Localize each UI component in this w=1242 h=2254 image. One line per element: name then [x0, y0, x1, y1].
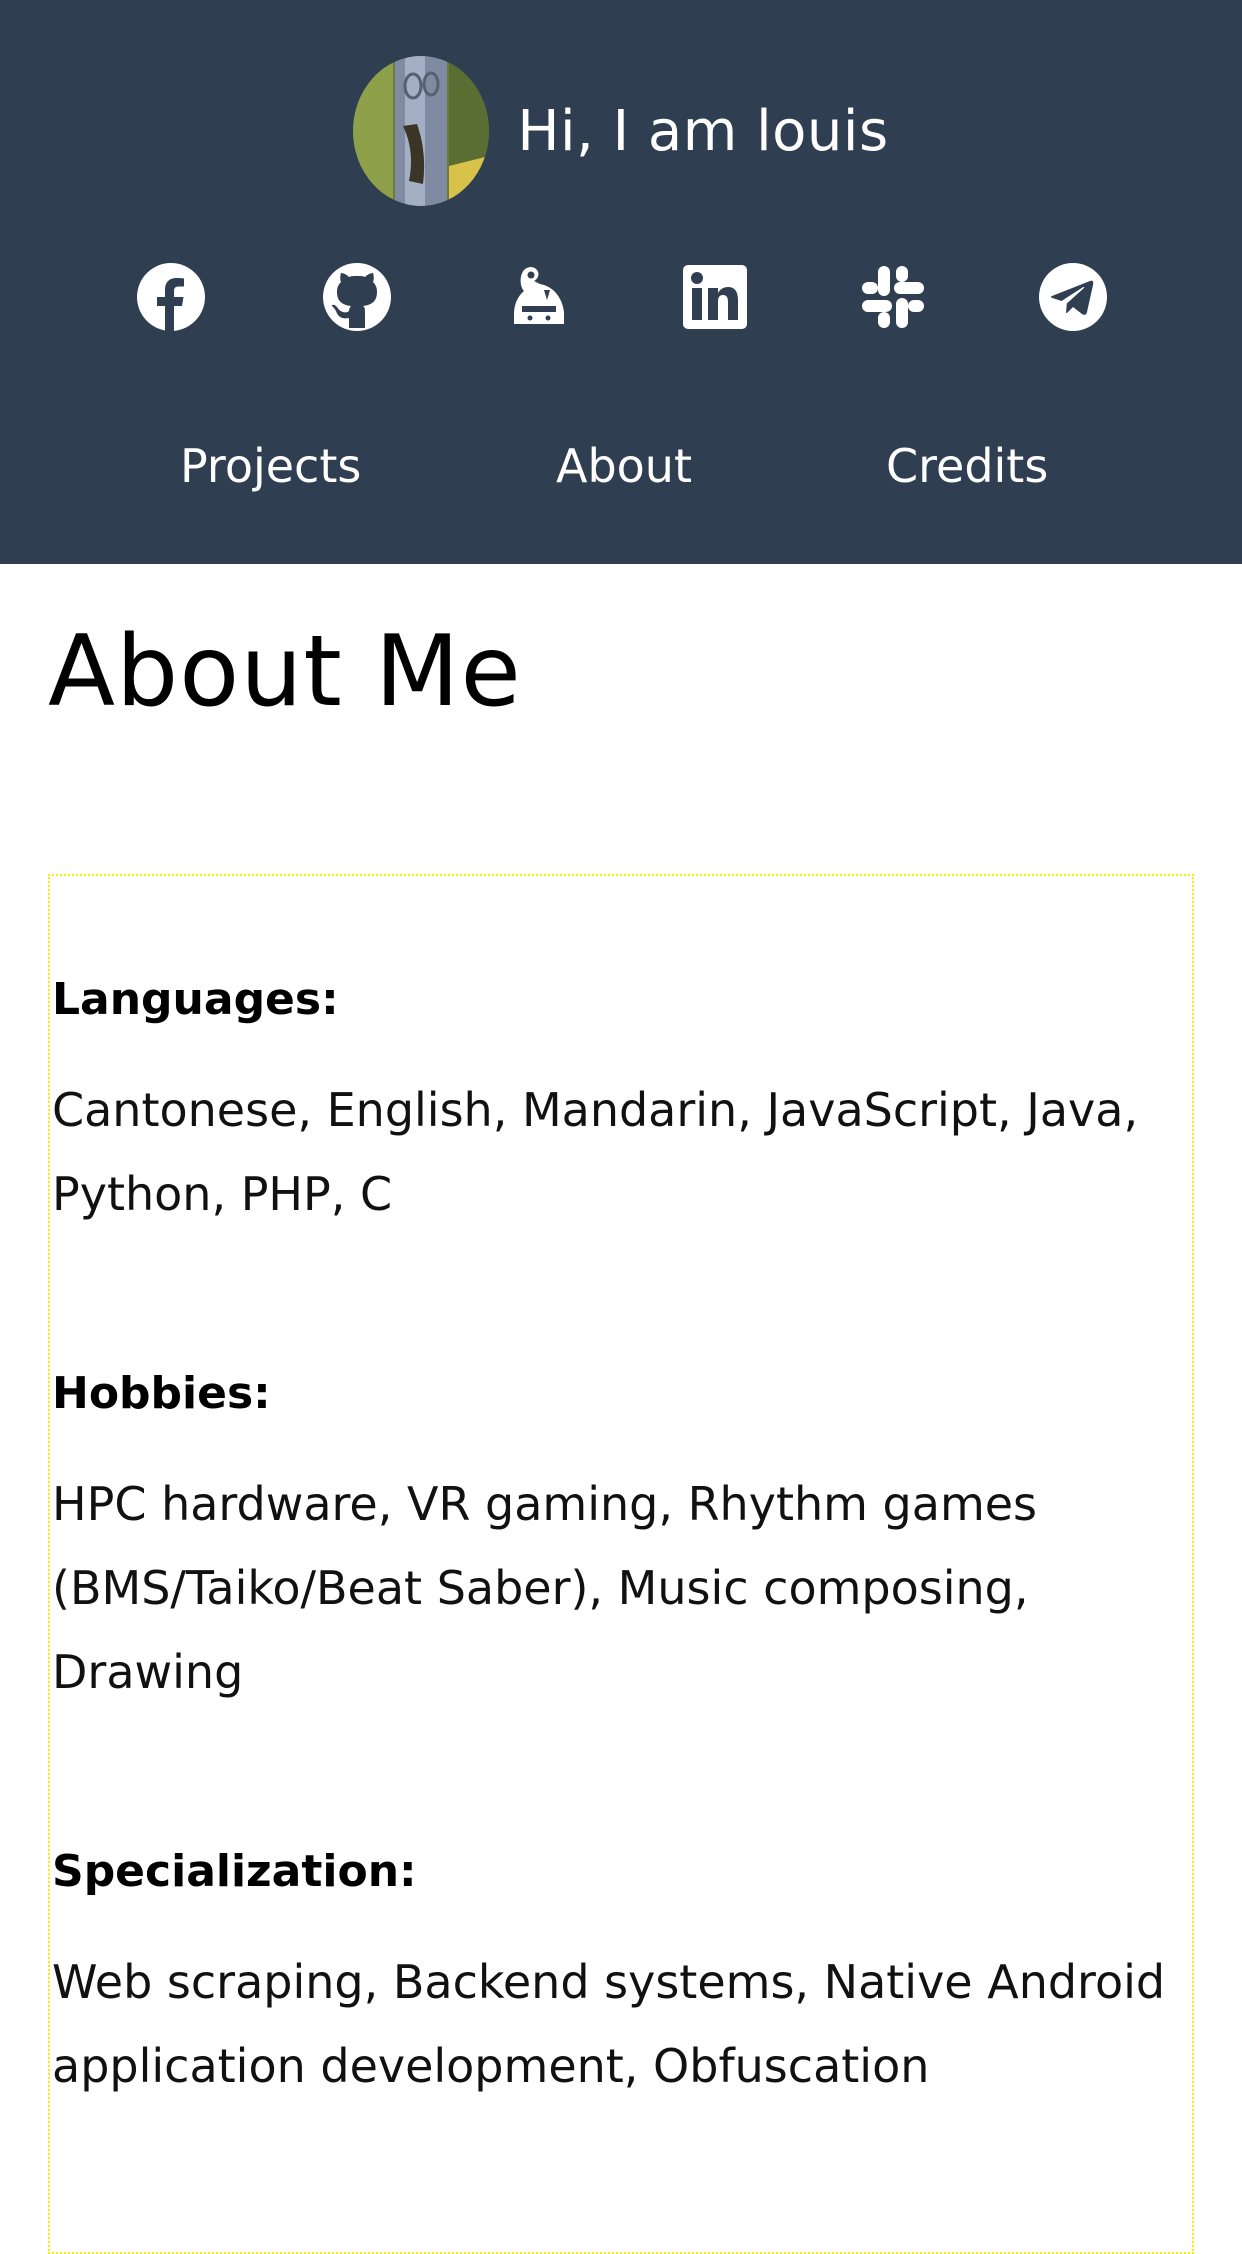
site-header: Hi, I am louis Projects About Credits [0, 0, 1242, 564]
section-heading: Hobbies: [52, 1368, 271, 1419]
github-link[interactable] [318, 258, 396, 336]
section-heading: Languages: [52, 974, 339, 1025]
slack-icon [862, 266, 924, 328]
linkedin-icon [683, 265, 747, 329]
profile: Hi, I am louis [0, 56, 1242, 206]
nav-credits[interactable]: Credits [886, 428, 1048, 504]
nav-about[interactable]: About [556, 428, 692, 504]
about-content-box: Languages: Cantonese, English, Mandarin,… [48, 874, 1194, 2254]
main-nav: Projects About Credits [0, 428, 1242, 504]
slack-link[interactable] [854, 258, 932, 336]
avatar-image [353, 56, 490, 206]
github-icon [323, 263, 391, 331]
hobbies-section: Hobbies: HPC hardware, VR gaming, Rhythm… [52, 1366, 1192, 1714]
social-links [0, 258, 1242, 336]
page-title: About Me [48, 615, 522, 729]
section-text: HPC hardware, VR gaming, Rhythm games (B… [52, 1477, 1038, 1699]
bot-icon [514, 267, 564, 324]
section-text: Web scraping, Backend systems, Native An… [52, 1955, 1166, 2093]
bot-link[interactable] [500, 258, 578, 336]
facebook-link[interactable] [132, 258, 210, 336]
avatar[interactable] [353, 56, 490, 206]
telegram-icon [1039, 263, 1107, 331]
nav-projects[interactable]: Projects [180, 428, 361, 504]
greeting-text: Hi, I am louis [517, 98, 889, 164]
telegram-link[interactable] [1034, 258, 1112, 336]
specialization-section: Specialization: Web scraping, Backend sy… [52, 1844, 1192, 2108]
section-text: Cantonese, English, Mandarin, JavaScript… [52, 1083, 1139, 1221]
facebook-icon [137, 263, 205, 331]
languages-section: Languages: Cantonese, English, Mandarin,… [52, 972, 1192, 1236]
linkedin-link[interactable] [676, 258, 754, 336]
section-heading: Specialization: [52, 1846, 417, 1897]
